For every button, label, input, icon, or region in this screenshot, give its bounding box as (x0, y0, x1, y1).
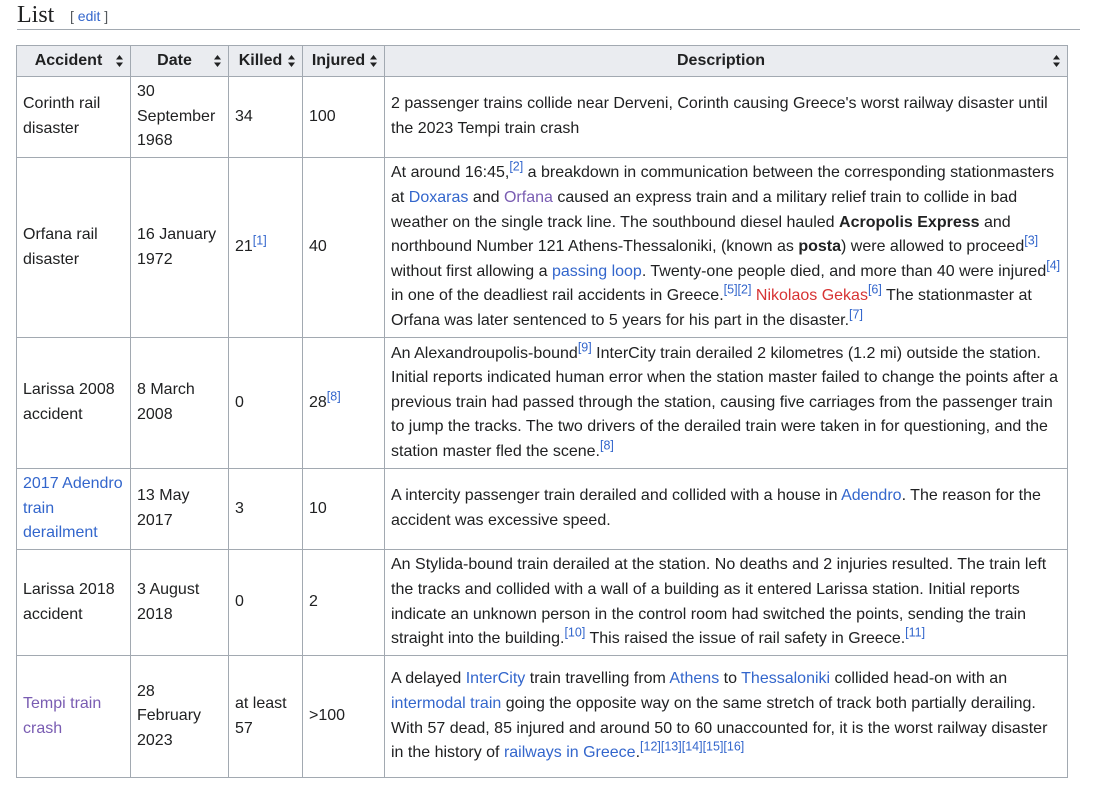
sort-icon[interactable] (1053, 55, 1060, 67)
cell-description: An Stylida-bound train derailed at the s… (384, 549, 1068, 656)
reference-link[interactable]: [12][13][14][15][16] (640, 740, 744, 754)
table-row: Orfana rail disaster 16 January 1972 21[… (16, 157, 1068, 338)
cell-killed: 3 (228, 468, 303, 550)
link-doxaras[interactable]: Doxaras (409, 189, 469, 206)
cell-date: 16 January 1972 (130, 157, 229, 338)
edit-section-link-wrap: [ edit ] (70, 8, 109, 24)
cell-description: 2 passenger trains collide near Derveni,… (384, 76, 1068, 158)
reference-link[interactable]: [7] (849, 308, 863, 322)
table-row: Larissa 2008 accident 8 March 2008 0 28[… (16, 337, 1068, 469)
cell-killed: 34 (228, 76, 303, 158)
column-header-killed[interactable]: Killed (228, 45, 303, 77)
cell-injured: 10 (302, 468, 385, 550)
sort-icon[interactable] (370, 55, 377, 67)
table-header-row: Accident Date Killed Injured Description (16, 45, 1068, 77)
cell-killed: at least 57 (228, 655, 303, 778)
link-intermodal-train[interactable]: intermodal train (391, 695, 501, 712)
cell-killed: 0 (228, 337, 303, 469)
cell-description: An Alexandroupolis-bound[9] InterCity tr… (384, 337, 1068, 469)
cell-accident: Corinth rail disaster (16, 76, 131, 158)
table-row: 2017 Adendro train derailment 13 May 201… (16, 468, 1068, 550)
section-title: List (17, 2, 55, 28)
sort-icon[interactable] (116, 55, 123, 67)
cell-description: A delayed InterCity train travelling fro… (384, 655, 1068, 778)
link-adendro[interactable]: Adendro (841, 487, 902, 504)
column-header-description[interactable]: Description (384, 45, 1068, 77)
table-row: Larissa 2018 accident 3 August 2018 0 2 … (16, 549, 1068, 656)
link-railways-in-greece[interactable]: railways in Greece (504, 744, 636, 761)
cell-date: 13 May 2017 (130, 468, 229, 550)
sort-icon[interactable] (214, 55, 221, 67)
cell-date: 8 March 2008 (130, 337, 229, 469)
section-heading-row: List [ edit ] (17, 0, 1080, 30)
reference-link[interactable]: [1] (253, 234, 267, 248)
cell-injured: 100 (302, 76, 385, 158)
cell-accident: Larissa 2018 accident (16, 549, 131, 656)
reference-link[interactable]: [8] (327, 389, 341, 403)
cell-date: 30 September 1968 (130, 76, 229, 158)
cell-date: 3 August 2018 (130, 549, 229, 656)
link-tempi-train-crash[interactable]: Tempi train crash (23, 695, 101, 737)
cell-description: A intercity passenger train derailed and… (384, 468, 1068, 550)
link-thessaloniki[interactable]: Thessaloniki (741, 670, 830, 687)
cell-injured: 28[8] (302, 337, 385, 469)
cell-accident: Orfana rail disaster (16, 157, 131, 338)
reference-link[interactable]: [10] (564, 626, 585, 640)
cell-date: 28 February 2023 (130, 655, 229, 778)
cell-killed: 0 (228, 549, 303, 656)
column-header-date[interactable]: Date (130, 45, 229, 77)
reference-link[interactable]: [4] (1046, 258, 1060, 272)
cell-killed: 21[1] (228, 157, 303, 338)
reference-link[interactable]: [8] (600, 439, 614, 453)
reference-link[interactable]: [2] (738, 283, 752, 297)
reference-link[interactable]: [3] (1024, 234, 1038, 248)
table-row: Tempi train crash 28 February 2023 at le… (16, 655, 1068, 778)
cell-injured: 2 (302, 549, 385, 656)
link-orfana[interactable]: Orfana (504, 189, 553, 206)
cell-injured: 40 (302, 157, 385, 338)
table-row: Corinth rail disaster 30 September 1968 … (16, 76, 1068, 158)
column-header-injured[interactable]: Injured (302, 45, 385, 77)
reference-link[interactable]: [5] (724, 283, 738, 297)
edit-section-link[interactable]: edit (78, 8, 101, 24)
cell-description: At around 16:45,[2] a breakdown in commu… (384, 157, 1068, 338)
link-athens[interactable]: Athens (669, 670, 719, 687)
reference-link[interactable]: [11] (905, 626, 925, 640)
link-2017-adendro-train-derailment[interactable]: 2017 Adendro train derailment (23, 475, 123, 541)
cell-injured: >100 (302, 655, 385, 778)
reference-link[interactable]: [6] (868, 283, 882, 297)
cell-accident: 2017 Adendro train derailment (16, 468, 131, 550)
accidents-table: Accident Date Killed Injured Description… (16, 45, 1068, 778)
link-intercity[interactable]: InterCity (466, 670, 526, 687)
reference-link[interactable]: [9] (578, 340, 592, 354)
cell-accident: Larissa 2008 accident (16, 337, 131, 469)
column-header-accident[interactable]: Accident (16, 45, 131, 77)
link-passing-loop[interactable]: passing loop (552, 263, 642, 280)
cell-accident: Tempi train crash (16, 655, 131, 778)
sort-icon[interactable] (288, 55, 295, 67)
link-nikolaos-gekas[interactable]: Nikolaos Gekas (756, 287, 868, 304)
reference-link[interactable]: [2] (509, 160, 523, 174)
